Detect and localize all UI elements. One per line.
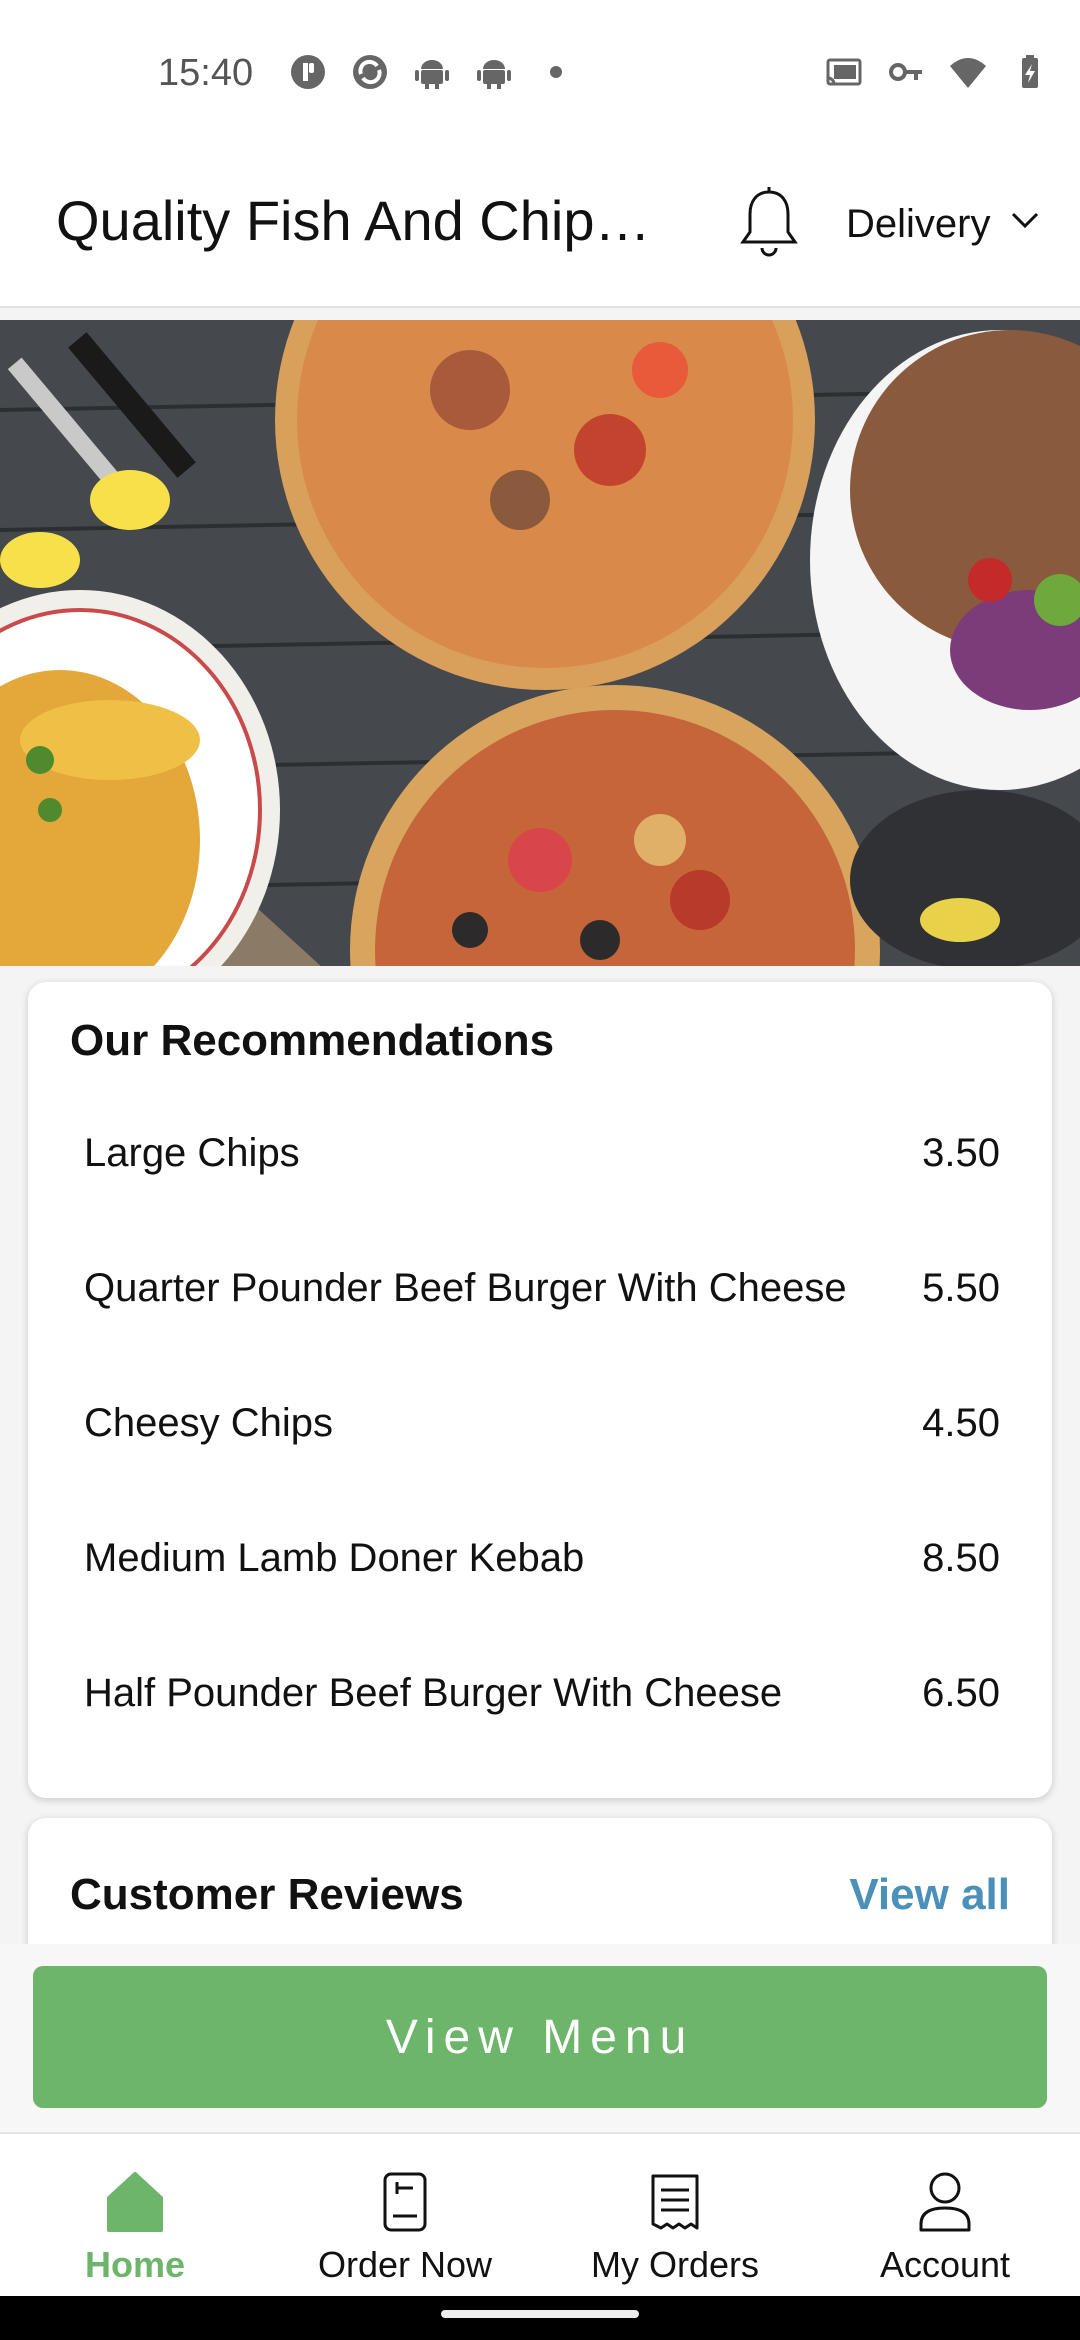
- nav-account-label: Account: [879, 2244, 1011, 2285]
- recommendation-item[interactable]: Half Pounder Beef Burger With Cheese 6.5…: [84, 1626, 1000, 1761]
- reviews-title: Customer Reviews: [70, 1870, 464, 1919]
- app-notification-icon: [288, 52, 328, 92]
- android-icon: [474, 52, 514, 92]
- item-name: Quarter Pounder Beef Burger With Cheese: [84, 1266, 847, 1310]
- nav-home-label: Home: [84, 2244, 186, 2285]
- hero-food-image: [0, 320, 1080, 966]
- delivery-mode-selector[interactable]: Delivery: [846, 202, 1042, 247]
- recommendation-item[interactable]: Large Chips 3.50: [84, 1086, 1000, 1221]
- status-time: 15:40: [158, 52, 254, 94]
- bottom-nav: Home Order Now My Orders Account: [0, 2132, 1080, 2298]
- home-icon: [107, 2172, 163, 2232]
- nav-order-now-label: Order Now: [317, 2244, 493, 2285]
- recommendation-item[interactable]: Cheesy Chips 4.50: [84, 1356, 1000, 1491]
- dot-icon: [536, 52, 576, 92]
- item-name: Medium Lamb Doner Kebab: [84, 1536, 585, 1580]
- android-icon: [412, 52, 452, 92]
- item-price: 5.50: [922, 1266, 1000, 1310]
- wifi-icon: [948, 52, 988, 92]
- item-name: Cheesy Chips: [84, 1401, 334, 1445]
- bell-icon[interactable]: [738, 186, 800, 262]
- item-name: Large Chips: [84, 1131, 300, 1175]
- order-icon: [383, 2172, 427, 2232]
- item-name: Half Pounder Beef Burger With Cheese: [84, 1671, 783, 1715]
- view-menu-button[interactable]: View Menu: [33, 1966, 1047, 2108]
- view-menu-bar: View Menu: [0, 1944, 1080, 2132]
- recommendation-item[interactable]: Quarter Pounder Beef Burger With Cheese …: [84, 1221, 1000, 1356]
- item-price: 6.50: [922, 1671, 1000, 1715]
- recommendation-item[interactable]: Medium Lamb Doner Kebab 8.50: [84, 1491, 1000, 1626]
- gesture-bar: [0, 2296, 1080, 2340]
- view-all-link[interactable]: View all: [849, 1870, 1010, 1920]
- nav-my-orders[interactable]: My Orders: [540, 2134, 810, 2298]
- nav-order-now[interactable]: Order Now: [270, 2134, 540, 2298]
- item-price: 8.50: [922, 1536, 1000, 1580]
- chevron-down-icon: [1008, 202, 1042, 247]
- cast-icon: [824, 52, 864, 92]
- recommendations-title: Our Recommendations: [70, 1016, 555, 1065]
- nav-home[interactable]: Home: [0, 2134, 270, 2298]
- nav-account[interactable]: Account: [810, 2134, 1080, 2298]
- battery-charging-icon: [1010, 52, 1050, 92]
- gesture-handle[interactable]: [441, 2310, 639, 2318]
- key-icon: [886, 52, 926, 92]
- page-title: Quality Fish And Chip…: [56, 189, 651, 252]
- app-header: Quality Fish And Chip… Delivery: [0, 150, 1080, 308]
- item-price: 3.50: [922, 1131, 1000, 1175]
- sync-icon: [350, 52, 390, 92]
- recommendations-card: Our Recommendations Large Chips 3.50 Qua…: [28, 982, 1052, 1798]
- person-icon: [919, 2172, 971, 2232]
- receipt-icon: [651, 2174, 699, 2230]
- status-bar: 15:40: [0, 0, 1080, 150]
- item-price: 4.50: [922, 1401, 1000, 1445]
- delivery-mode-label: Delivery: [846, 202, 991, 246]
- nav-my-orders-label: My Orders: [590, 2244, 759, 2285]
